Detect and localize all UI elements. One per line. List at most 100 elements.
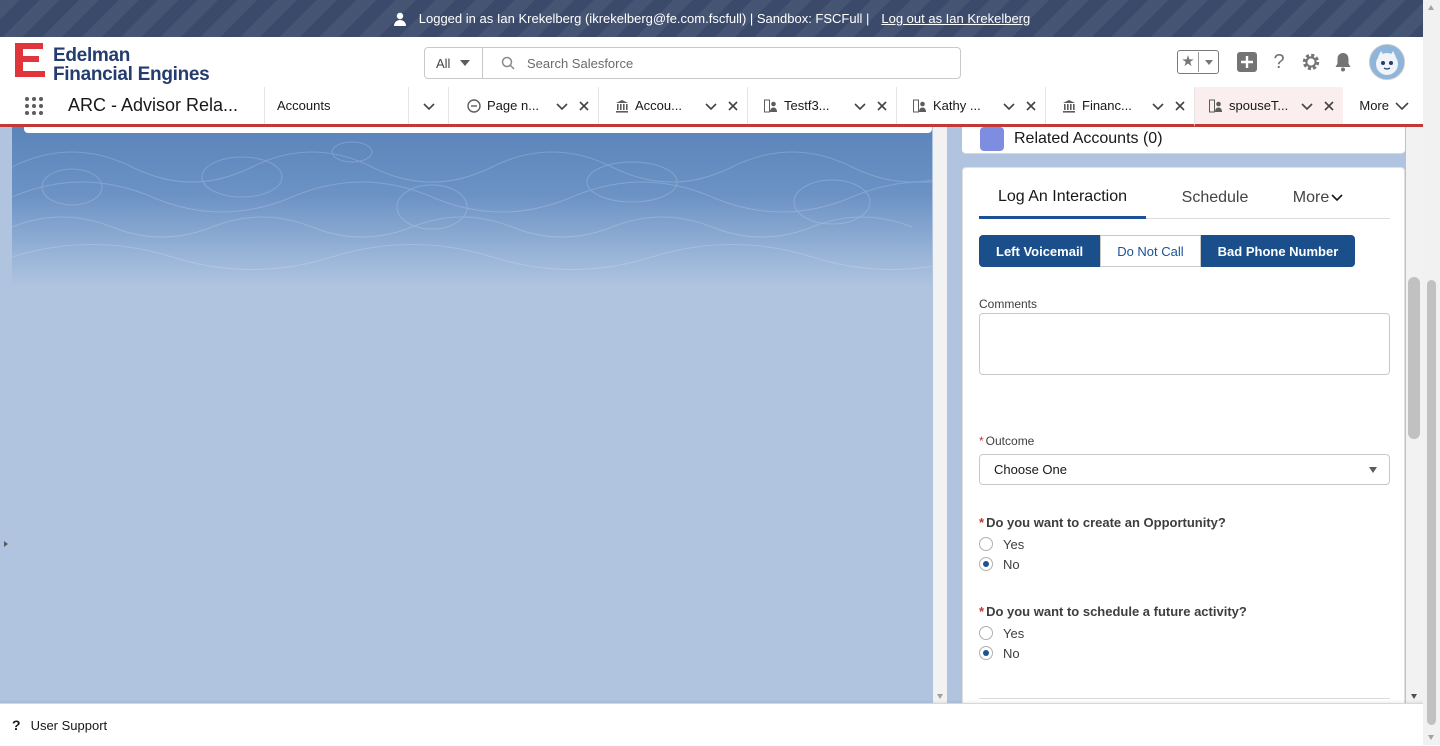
close-icon[interactable] (578, 100, 590, 112)
topographic-pattern-icon (12, 141, 932, 270)
comments-label: Comments (979, 297, 1038, 311)
chevron-down-icon (422, 102, 435, 110)
sandbox-banner: Logged in as Ian Krekelberg (ikrekelberg… (0, 0, 1423, 37)
required-marker: * (979, 434, 984, 448)
left-voicemail-button[interactable]: Left Voicemail (979, 235, 1101, 267)
tab-kathy[interactable]: Kathy ... (896, 87, 1045, 124)
scroll-up-arrow-icon[interactable] (1428, 5, 1434, 10)
chevron-down-icon[interactable] (556, 100, 568, 112)
search-placeholder: Search Salesforce (527, 55, 634, 71)
logo-mark-icon (15, 43, 45, 77)
search-scope-dropdown[interactable]: All (425, 48, 483, 78)
app-name: ARC - Advisor Rela... (68, 95, 239, 115)
tab-accounts[interactable]: Accounts (264, 87, 408, 124)
person-account-icon (1209, 99, 1223, 113)
caret-down-icon (1369, 467, 1377, 473)
tab-page[interactable]: Page n... (448, 87, 598, 124)
quick-action-buttons: Left Voicemail Do Not Call Bad Phone Num… (979, 235, 1356, 267)
tab-label: Schedule (1181, 189, 1249, 206)
opportunity-no-radio[interactable]: No (979, 555, 1020, 573)
outcome-label-text: Outcome (985, 434, 1035, 448)
future-activity-yes-radio[interactable]: Yes (979, 624, 1024, 642)
radio-button-selected[interactable] (979, 646, 993, 660)
radio-button[interactable] (979, 626, 993, 640)
chevron-down-icon[interactable] (1152, 100, 1164, 112)
close-icon[interactable] (1323, 100, 1335, 112)
scroll-down-arrow-icon[interactable] (937, 694, 943, 699)
close-icon[interactable] (1174, 100, 1186, 112)
tab-account[interactable]: Accou... (598, 87, 747, 124)
search-input[interactable]: Search Salesforce (483, 48, 960, 78)
opportunity-question: * Do you want to create an Opportunity? (979, 515, 1226, 530)
section-divider (979, 698, 1390, 699)
do-not-call-button[interactable]: Do Not Call (1100, 235, 1201, 267)
radio-button-selected[interactable] (979, 557, 993, 571)
tab-schedule[interactable]: Schedule (1167, 178, 1263, 218)
radio-label: No (1003, 645, 1020, 661)
close-icon[interactable] (876, 100, 888, 112)
more-label: More (1359, 98, 1389, 113)
chevron-down-icon[interactable] (1003, 100, 1015, 112)
window-scrollbar[interactable] (1423, 0, 1440, 745)
tab-label: Page n... (487, 98, 540, 113)
outcome-label: * Outcome (979, 434, 1034, 448)
opportunity-yes-radio[interactable]: Yes (979, 535, 1024, 553)
radio-label: Yes (1003, 625, 1025, 641)
favorites-dropdown-button[interactable] (1199, 59, 1218, 65)
gear-icon (1302, 53, 1320, 71)
bad-phone-number-button[interactable]: Bad Phone Number (1200, 235, 1356, 267)
radio-label: No (1003, 556, 1020, 572)
scroll-down-arrow-icon[interactable] (1411, 694, 1417, 699)
chevron-down-icon[interactable] (1301, 100, 1313, 112)
accounts-dropdown-button[interactable] (408, 87, 448, 124)
user-support-button[interactable]: ? User Support (12, 717, 107, 733)
help-button[interactable]: ? (1268, 51, 1290, 73)
scrollbar-thumb[interactable] (1427, 280, 1436, 725)
tab-financial[interactable]: Financ... (1045, 87, 1194, 124)
close-icon[interactable] (1025, 100, 1037, 112)
global-header: Edelman Financial Engines All Search Sal… (0, 37, 1423, 87)
outcome-value: Choose One (994, 462, 1067, 477)
tab-log-an-interaction[interactable]: Log An Interaction (979, 178, 1146, 219)
nav-more-button[interactable]: More (1359, 87, 1409, 124)
plus-square-icon (1237, 52, 1257, 72)
related-accounts-title[interactable]: Related Accounts (0) (1014, 130, 1163, 148)
record-card-edge (24, 127, 932, 133)
notifications-button[interactable] (1332, 51, 1354, 73)
radio-button[interactable] (979, 537, 993, 551)
future-activity-no-radio[interactable]: No (979, 644, 1020, 662)
app-launcher-icon[interactable] (24, 96, 44, 116)
favorites-button[interactable]: ★ (1177, 50, 1219, 74)
company-logo[interactable]: Edelman Financial Engines (15, 43, 225, 85)
minus-circle-icon (467, 98, 481, 113)
tab-more[interactable]: More (1283, 178, 1353, 218)
logged-in-text: Logged in as Ian Krekelberg (ikrekelberg… (418, 11, 870, 26)
collapse-handle-icon[interactable] (4, 541, 8, 547)
scrollbar-thumb[interactable] (1408, 277, 1420, 439)
header-utility-icons: ★ ? (1177, 43, 1405, 81)
app-nav-bar: ARC - Advisor Rela... Accounts Page n...… (0, 87, 1423, 127)
global-search: All Search Salesforce (424, 47, 961, 79)
star-icon: ★ (1178, 52, 1199, 72)
tab-spouse-active[interactable]: spouseT... (1194, 87, 1343, 127)
caret-down-icon (1204, 59, 1213, 65)
close-icon[interactable] (727, 100, 739, 112)
sidebar-scrollbar[interactable] (1406, 127, 1423, 703)
chevron-down-icon[interactable] (705, 100, 717, 112)
comments-textarea[interactable] (979, 313, 1390, 375)
chevron-down-icon[interactable] (854, 100, 866, 112)
setup-button[interactable] (1300, 51, 1322, 73)
user-avatar[interactable] (1369, 44, 1405, 80)
bell-icon (1335, 53, 1351, 72)
required-marker: * (979, 604, 985, 619)
astro-avatar-icon (1370, 45, 1404, 79)
tab-label: Kathy ... (933, 98, 981, 113)
outcome-select[interactable]: Choose One (979, 454, 1390, 485)
global-actions-button[interactable] (1236, 51, 1258, 73)
scroll-down-arrow-icon[interactable] (1428, 735, 1434, 740)
question-icon: ? (12, 717, 21, 733)
tab-testf3[interactable]: Testf3... (747, 87, 896, 124)
utility-bar: ? User Support (0, 703, 1423, 746)
left-scrollbar[interactable] (933, 127, 947, 703)
logout-link[interactable]: Log out as Ian Krekelberg (881, 11, 1030, 26)
